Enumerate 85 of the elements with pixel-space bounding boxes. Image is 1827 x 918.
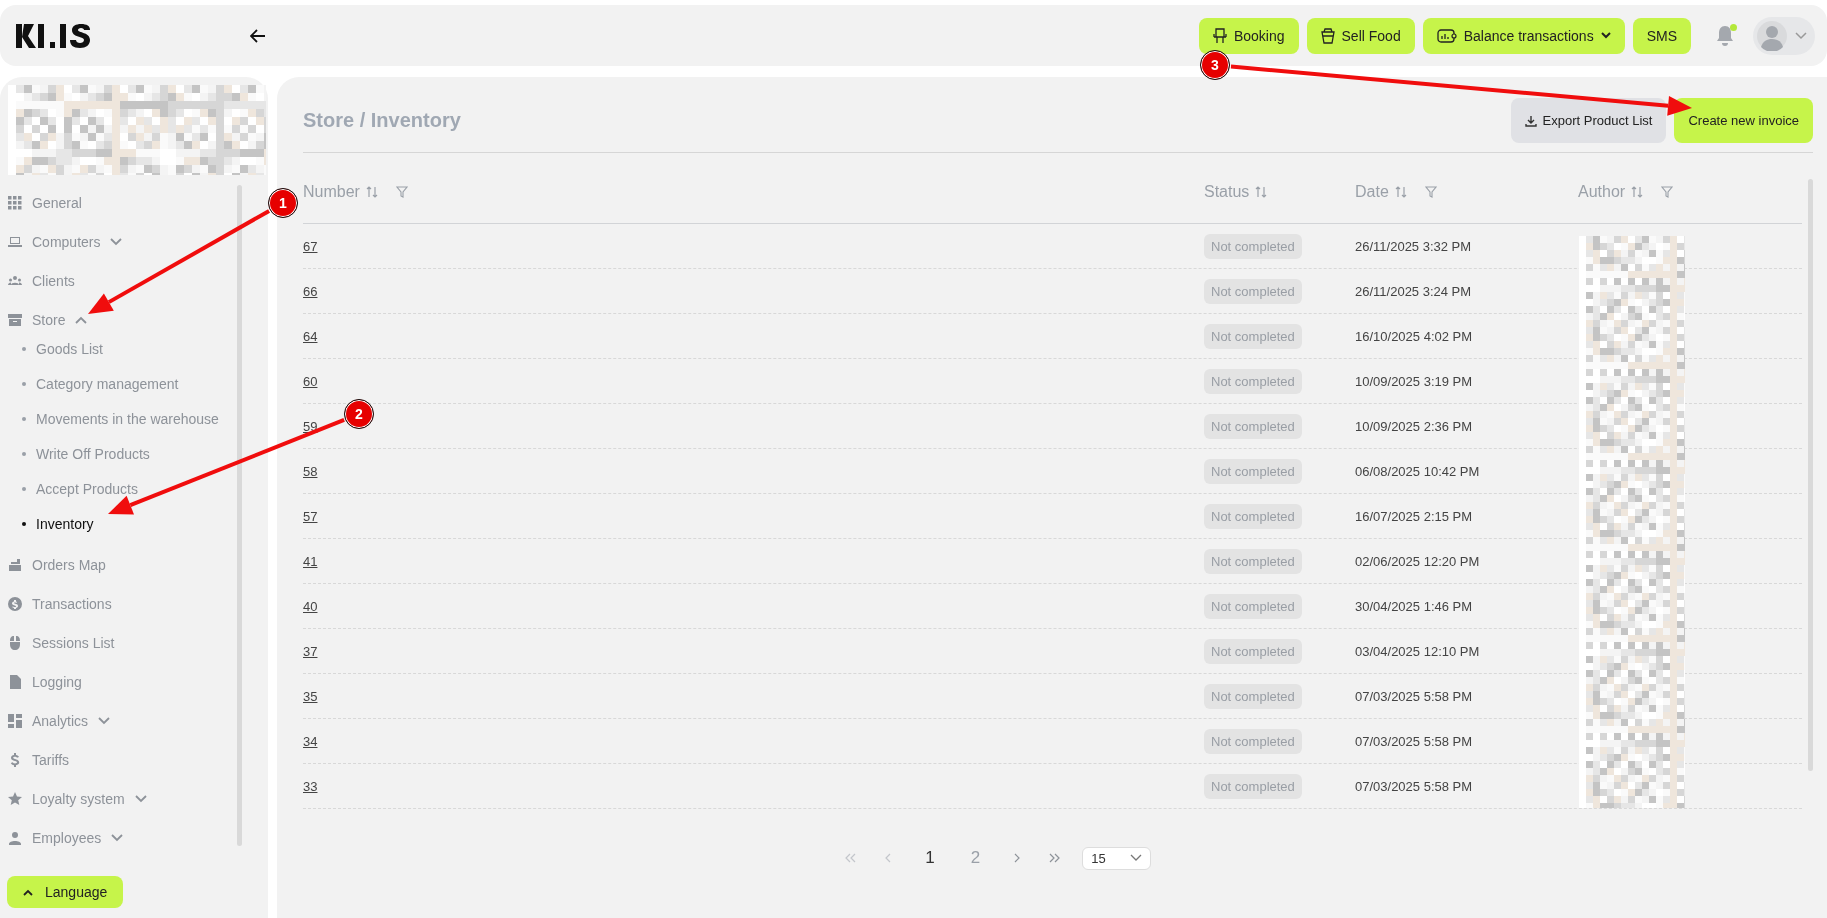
table-cell: 10/09/2025 2:36 PM: [1355, 419, 1473, 434]
header-button[interactable]: Balance transactions: [1422, 17, 1625, 54]
cup-icon: [1320, 27, 1335, 44]
invoice-link[interactable]: 57: [303, 509, 318, 524]
status-badge: Not completed: [1204, 503, 1302, 529]
notification-bell-icon[interactable]: [1715, 24, 1735, 47]
star-icon: [8, 791, 22, 806]
sort-icon[interactable]: [1394, 186, 1407, 198]
export-button[interactable]: Export Product List: [1510, 98, 1667, 143]
header-button[interactable]: Booking: [1198, 17, 1299, 54]
dollar-icon: [8, 752, 22, 767]
invoice-link[interactable]: 59: [303, 419, 318, 434]
table-cell: 07/03/2025 5:58 PM: [1355, 734, 1473, 749]
page-size-dropdown[interactable]: 15: [1082, 846, 1151, 870]
person-icon: [8, 830, 22, 845]
language-button[interactable]: Language: [7, 876, 124, 908]
status-badge: Not completed: [1204, 593, 1302, 619]
people-icon: [8, 273, 22, 288]
first-page-icon[interactable]: [845, 853, 858, 863]
chair-icon: [1212, 27, 1227, 44]
invoice-link[interactable]: 66: [303, 284, 318, 299]
sort-icon[interactable]: [1631, 186, 1644, 198]
coin-icon: [8, 596, 22, 611]
status-badge: Not completed: [1204, 548, 1302, 574]
status-badge: Not completed: [1204, 683, 1302, 709]
laptop-icon: [8, 234, 22, 249]
box-icon: [8, 312, 22, 327]
wallet-icon: [1436, 28, 1457, 43]
download-icon: [1524, 114, 1537, 127]
filter-icon[interactable]: [395, 186, 408, 198]
breadcrumb: Store / Inventory: [303, 109, 461, 132]
sort-icon[interactable]: [365, 186, 378, 198]
table-cell: 02/06/2025 12:20 PM: [1355, 554, 1480, 569]
dash-icon: [8, 713, 22, 728]
status-badge: Not completed: [1204, 368, 1302, 394]
status-badge: Not completed: [1204, 728, 1302, 754]
table-cell: 07/03/2025 5:58 PM: [1355, 689, 1473, 704]
table-cell: 30/04/2025 1:46 PM: [1355, 599, 1473, 614]
table-cell: 26/11/2025 3:32 PM: [1355, 239, 1472, 254]
mouse-icon: [8, 635, 22, 650]
invoice-link[interactable]: 40: [303, 599, 318, 614]
invoice-link[interactable]: 60: [303, 374, 318, 389]
chevron-down-icon: [1795, 31, 1807, 40]
create-button[interactable]: Create new invoice: [1674, 98, 1813, 143]
filter-icon[interactable]: [1661, 186, 1674, 198]
table-cell: 06/08/2025 10:42 PM: [1355, 464, 1480, 479]
last-page-icon[interactable]: [1048, 853, 1061, 863]
status-badge: Not completed: [1204, 638, 1302, 664]
status-badge: Not completed: [1204, 233, 1302, 259]
table-cell: 07/03/2025 5:58 PM: [1355, 779, 1473, 794]
step-badge: 1: [268, 188, 298, 218]
page-button[interactable]: 1: [921, 846, 939, 870]
chevron-up-icon: [23, 888, 33, 896]
filter-icon[interactable]: [1424, 186, 1437, 198]
sidebar-subitem[interactable]: Inventory: [8, 506, 237, 541]
avatar-icon: [1757, 20, 1787, 51]
invoice-link[interactable]: 35: [303, 689, 318, 704]
status-badge: Not completed: [1204, 458, 1302, 484]
invoice-link[interactable]: 67: [303, 239, 318, 254]
scrollbar[interactable]: [1808, 179, 1813, 771]
status-badge: Not completed: [1204, 773, 1302, 799]
user-menu[interactable]: [1753, 16, 1815, 55]
chevron-down-icon: [1600, 32, 1611, 39]
table-cell: 03/04/2025 12:10 PM: [1355, 644, 1480, 659]
next-page-icon[interactable]: [1012, 853, 1021, 863]
doc-icon: [8, 674, 22, 689]
invoice-link[interactable]: 37: [303, 644, 318, 659]
invoice-link[interactable]: 33: [303, 779, 318, 794]
table-cell: 26/11/2025 3:24 PM: [1355, 284, 1472, 299]
scrollbar[interactable]: [237, 185, 242, 846]
invoice-link[interactable]: 64: [303, 329, 318, 344]
grid-icon: [8, 195, 22, 210]
invoice-link[interactable]: 34: [303, 734, 318, 749]
header-button[interactable]: Sell Food: [1306, 17, 1415, 54]
table-cell: 16/07/2025 2:15 PM: [1355, 509, 1473, 524]
status-badge: Not completed: [1204, 278, 1302, 304]
sort-icon[interactable]: [1255, 186, 1268, 198]
table-cell: 16/10/2025 4:02 PM: [1355, 329, 1473, 344]
invoice-link[interactable]: 41: [303, 554, 318, 569]
status-badge: Not completed: [1204, 323, 1302, 349]
table-cell: 10/09/2025 3:19 PM: [1355, 374, 1473, 389]
chevron-down-icon: [1129, 854, 1142, 862]
header-button[interactable]: SMS: [1632, 17, 1691, 54]
invoice-link[interactable]: 58: [303, 464, 318, 479]
status-badge: Not completed: [1204, 413, 1302, 439]
